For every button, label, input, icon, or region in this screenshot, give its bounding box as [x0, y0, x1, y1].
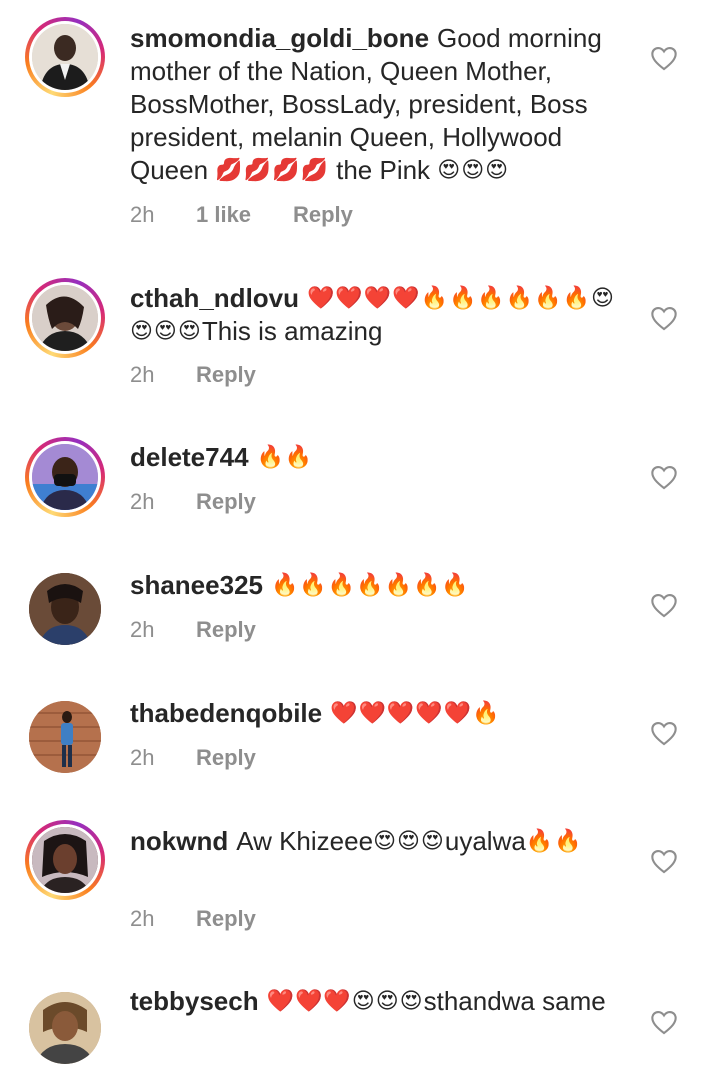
comment-meta: 2h Reply [130, 906, 256, 932]
like-count[interactable]: 1 like [196, 202, 293, 228]
avatar[interactable] [25, 988, 105, 1068]
timestamp: 2h [130, 202, 155, 227]
heart-outline-icon[interactable] [650, 1009, 678, 1035]
heart-outline-icon[interactable] [650, 848, 678, 874]
heart-outline-icon[interactable] [650, 720, 678, 746]
avatar[interactable] [25, 278, 105, 358]
comment-body: smomondia_goldi_bone Good morning mother … [130, 22, 620, 187]
emoji-group: ❤️❤️❤️❤️❤️🔥 [330, 700, 501, 725]
avatar[interactable] [25, 820, 105, 900]
comment-body: shanee325 🔥🔥🔥🔥🔥🔥🔥 [130, 569, 620, 602]
reply-button[interactable]: Reply [196, 362, 256, 387]
emoji-group: 😍😍😍 [437, 157, 510, 182]
heart-outline-icon[interactable] [650, 592, 678, 618]
emoji-group: 💋💋💋💋 [215, 157, 329, 182]
comment-body: tebbysech ❤️❤️❤️😍😍😍sthandwa same [130, 985, 620, 1018]
reply-button[interactable]: Reply [196, 617, 256, 642]
comment-body: delete744 🔥🔥 [130, 441, 620, 474]
comment-meta: 2h Reply [130, 617, 256, 643]
reply-button[interactable]: Reply [196, 489, 256, 514]
comment-text: This is amazing [201, 316, 383, 346]
reply-button[interactable]: Reply [293, 202, 353, 227]
comment-text: sthandwa same [423, 986, 606, 1016]
comment-text: uyalwa [444, 826, 526, 856]
username[interactable]: cthah_ndlovu [130, 283, 299, 313]
username[interactable]: nokwnd [130, 826, 228, 856]
avatar[interactable] [25, 437, 105, 517]
comment-text: the Pink [328, 155, 438, 185]
comment-body: cthah_ndlovu ❤️❤️❤️❤️🔥🔥🔥🔥🔥🔥😍😍😍😍This is am… [130, 282, 620, 348]
reply-button[interactable]: Reply [196, 745, 256, 770]
timestamp: 2h [130, 362, 155, 387]
comment-meta: 2h Reply [130, 489, 256, 515]
heart-outline-icon[interactable] [650, 464, 678, 490]
heart-outline-icon[interactable] [650, 45, 678, 71]
comment-body: nokwnd Aw Khizeee😍😍😍uyalwa🔥🔥 [130, 825, 620, 858]
avatar[interactable] [25, 697, 105, 777]
comment-meta: 2h Reply [130, 362, 256, 388]
emoji-group: 🔥🔥 [525, 828, 583, 853]
comment-meta: 2h Reply [130, 745, 256, 771]
username[interactable]: shanee325 [130, 570, 263, 600]
avatar[interactable] [25, 17, 105, 97]
emoji-group: 🔥🔥🔥🔥🔥🔥🔥 [270, 572, 470, 597]
timestamp: 2h [130, 617, 155, 642]
timestamp: 2h [130, 745, 155, 770]
timestamp: 2h [130, 906, 155, 931]
comment-meta: 2h 1 like Reply [130, 202, 353, 228]
timestamp: 2h [130, 489, 155, 514]
heart-outline-icon[interactable] [650, 305, 678, 331]
comment-text: Aw Khizeee [236, 826, 374, 856]
comment-body: thabedenqobile ❤️❤️❤️❤️❤️🔥 [130, 697, 620, 730]
reply-button[interactable]: Reply [196, 906, 256, 931]
username[interactable]: tebbysech [130, 986, 259, 1016]
username[interactable]: delete744 [130, 442, 249, 472]
emoji-group: 😍😍😍 [373, 828, 445, 853]
emoji-group: 🔥🔥 [256, 444, 314, 469]
avatar[interactable] [25, 569, 105, 649]
emoji-group: ❤️❤️❤️😍😍😍 [266, 988, 424, 1013]
username[interactable]: thabedenqobile [130, 698, 322, 728]
username[interactable]: smomondia_goldi_bone [130, 23, 429, 53]
